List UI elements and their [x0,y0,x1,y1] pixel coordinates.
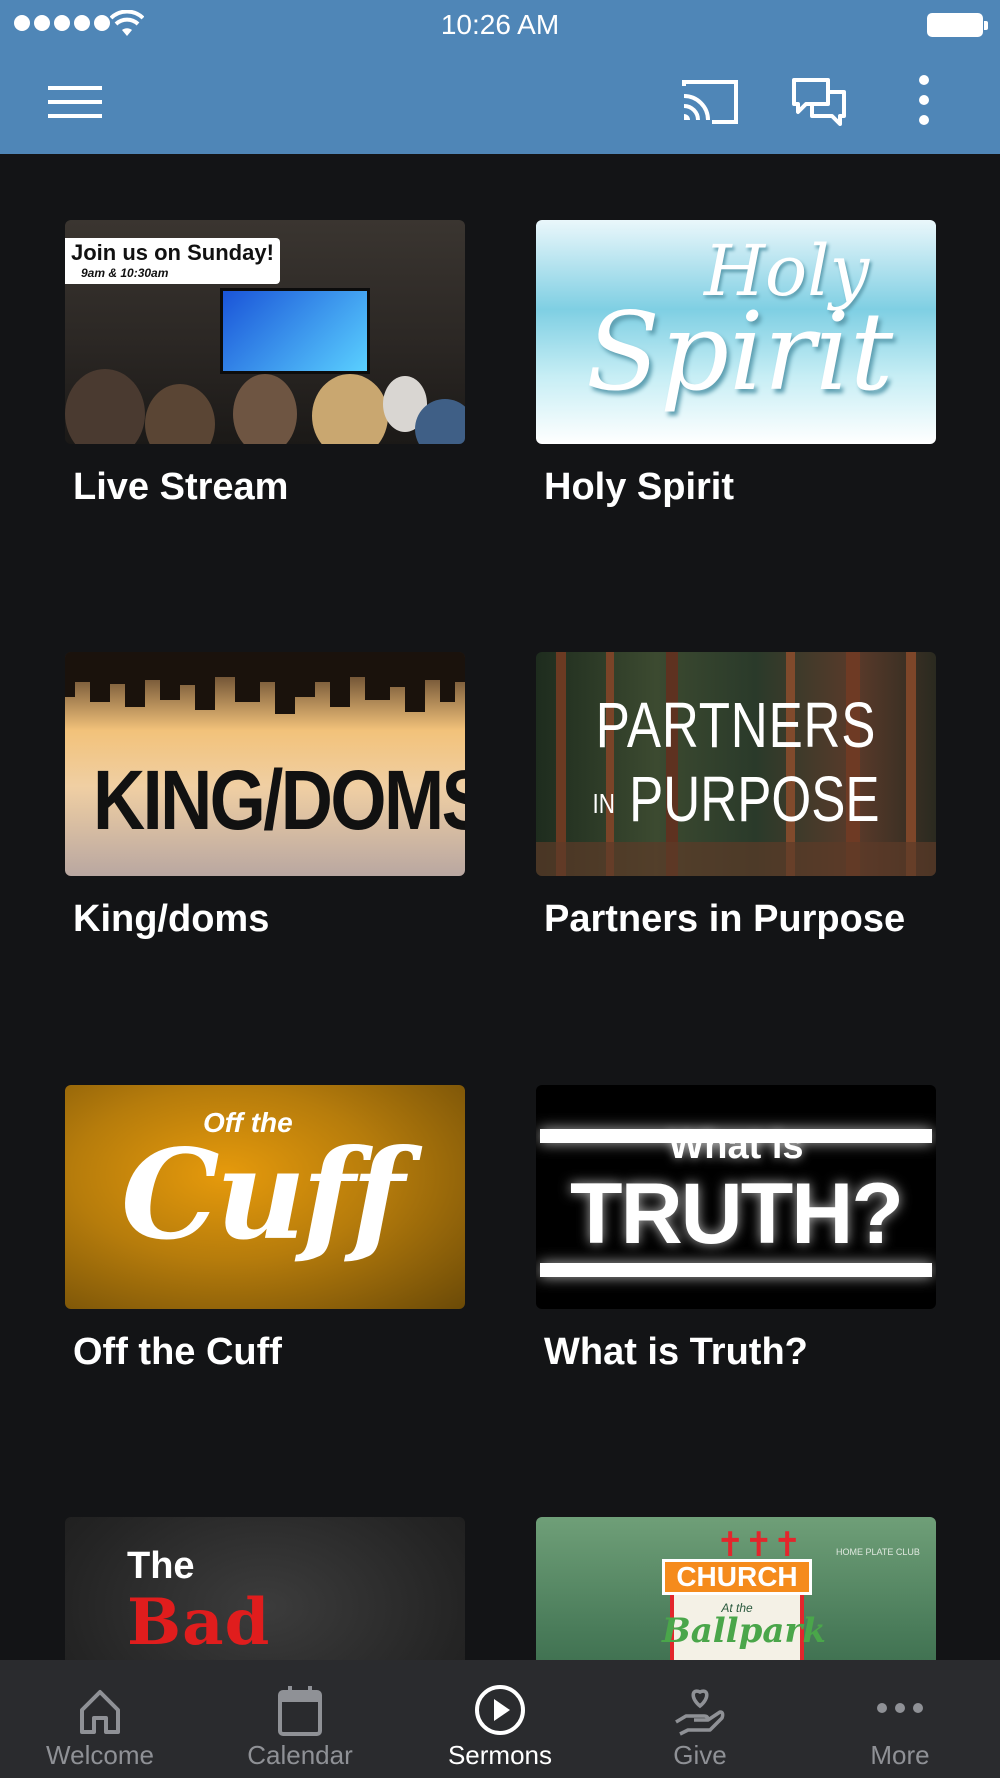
thumb-text-bad-habits: Bad Habits [127,1585,271,1660]
play-circle-icon [475,1685,525,1735]
series-thumbnail[interactable]: The Bad Habits [65,1517,465,1660]
bottom-tab-bar: Welcome Calendar Sermons Give More [0,1660,1000,1778]
series-card-what-is-truth[interactable]: What is TRUTH? What is Truth? [536,1085,936,1374]
series-thumbnail[interactable]: Holy Spirit [536,220,936,444]
series-card-kingdoms[interactable]: KING/DOMS King/doms [65,652,465,941]
thumb-text-what-is: What is [668,1125,804,1167]
series-card-bad-habits[interactable]: The Bad Habits [65,1517,465,1660]
tab-more[interactable]: More [800,1660,1000,1778]
banner-times: 9am & 10:30am [81,266,169,280]
status-time: 10:26 AM [440,9,560,40]
banner-title: Join us on Sunday! [71,240,274,265]
home-icon [80,1690,120,1734]
thumb-text-spirit: Spirit [586,290,894,415]
thumb-text-kingdoms: KING/DOMS [93,753,465,847]
glow-bar-bottom [540,1263,932,1277]
series-thumbnail[interactable]: ✝✝✝ CHURCH At the Ballpark HOME PLATE CL… [536,1517,936,1660]
cast-icon[interactable] [676,72,744,128]
hamburger-menu-icon[interactable] [40,78,112,126]
series-thumbnail[interactable]: PARTNERS IN PURPOSE [536,652,936,876]
thumb-text-in-purpose: IN PURPOSE [576,762,896,836]
series-title[interactable]: Partners in Purpose [544,898,936,941]
series-thumbnail[interactable]: KING/DOMS [65,652,465,876]
series-thumbnail[interactable]: Join us on Sunday! 9am & 10:30am [65,220,465,444]
series-title[interactable]: King/doms [73,898,465,941]
series-card-holy-spirit[interactable]: Holy Spirit Holy Spirit [536,220,936,509]
thumb-text-ballpark: Ballpark [662,1611,826,1651]
series-title[interactable]: Holy Spirit [544,466,936,509]
give-hand-heart-icon [675,1689,725,1736]
series-title[interactable]: Live Stream [73,466,465,509]
tab-label: Calendar [247,1740,353,1770]
series-thumbnail[interactable]: What is TRUTH? [536,1085,936,1309]
battery-icon [927,13,988,37]
series-card-church-at-the-ballpark[interactable]: ✝✝✝ CHURCH At the Ballpark HOME PLATE CL… [536,1517,936,1660]
series-title[interactable]: Off the Cuff [73,1331,465,1374]
series-title[interactable]: What is Truth? [544,1331,936,1374]
tab-calendar[interactable]: Calendar [200,1660,400,1778]
live-banner: Join us on Sunday! 9am & 10:30am [65,238,280,284]
tab-welcome[interactable]: Welcome [0,1660,200,1778]
thumb-text-church: CHURCH [662,1559,812,1595]
tab-label: Sermons [447,1740,553,1770]
series-card-partners-in-purpose[interactable]: PARTNERS IN PURPOSE Partners in Purpose [536,652,936,941]
tab-give[interactable]: Give [600,1660,800,1778]
tab-sermons[interactable]: Sermons [400,1660,600,1778]
thumb-text-truth: TRUTH? [570,1166,904,1262]
more-horizontal-icon [877,1703,923,1713]
thumb-text-home-plate-club: HOME PLATE CLUB [836,1547,920,1557]
chat-bubbles-icon[interactable] [784,72,852,128]
tab-label: Welcome [46,1740,154,1770]
thumb-text-partners: PARTNERS [595,689,877,761]
tab-label: More [870,1740,930,1770]
tab-label: Give [673,1740,727,1770]
app-bar [0,50,1000,154]
thumb-text-purpose: PURPOSE [629,763,880,835]
thumb-text-the: The [127,1545,195,1587]
calendar-icon [278,1686,322,1736]
series-thumbnail[interactable]: Cuff Off the [65,1085,465,1309]
status-bar: 10:26 AM [0,0,1000,50]
crowd-silhouette [65,369,465,444]
sermon-series-grid: Join us on Sunday! 9am & 10:30am Live St… [0,154,1000,1660]
thumb-text-in: IN [592,788,615,820]
thumb-text-off-the: Off the [203,1107,293,1138]
series-card-off-the-cuff[interactable]: Cuff Off the Off the Cuff [65,1085,465,1374]
thumb-text-cuff: Cuff [121,1123,405,1268]
inverted-skyline [65,652,465,714]
series-card-live-stream[interactable]: Join us on Sunday! 9am & 10:30am Live St… [65,220,465,509]
more-vertical-icon[interactable] [904,72,944,128]
